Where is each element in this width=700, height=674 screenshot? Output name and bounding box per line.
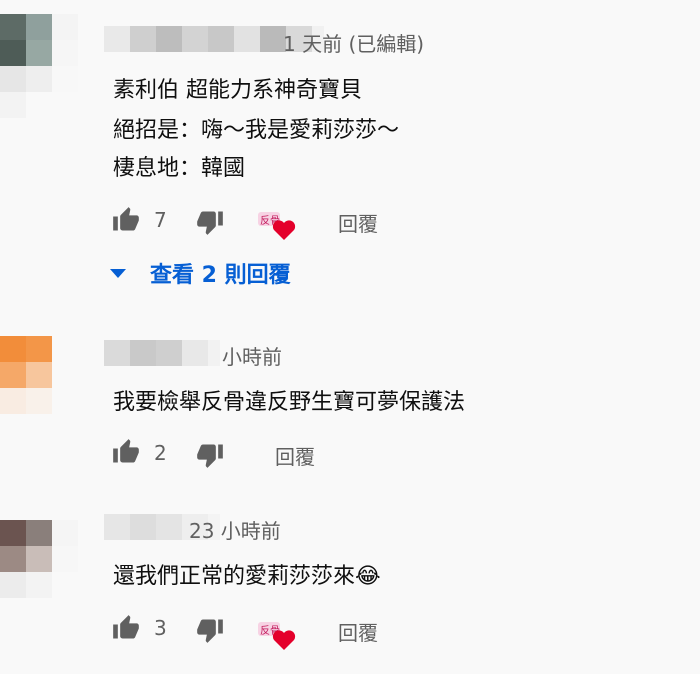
thumbs-up-icon <box>113 207 139 231</box>
dislike-button[interactable] <box>196 616 224 644</box>
thumbs-down-icon <box>197 619 223 643</box>
like-button[interactable] <box>112 206 140 234</box>
comment-text-line: 我要檢舉反骨違反野生寶可夢保護法 <box>113 390 466 415</box>
view-replies-label: 查看 2 則回覆 <box>150 263 291 288</box>
thumbs-up-icon <box>113 439 139 463</box>
caret-down-icon <box>110 268 126 278</box>
comment-timestamp[interactable]: 23 小時前 <box>189 515 281 544</box>
like-count: 7 <box>154 208 167 232</box>
like-button[interactable] <box>112 438 140 466</box>
comment-timestamp[interactable]: 1 天前 (已編輯) <box>283 28 424 57</box>
like-button[interactable] <box>112 614 140 642</box>
creator-heart-badge: 反骨 <box>256 620 298 650</box>
reply-button[interactable]: 回覆 <box>338 617 378 646</box>
comment-text-line: 絕招是：嗨～我是愛莉莎莎～ <box>113 118 400 143</box>
reply-button[interactable]: 回覆 <box>338 208 378 237</box>
like-count: 3 <box>154 616 167 640</box>
dislike-button[interactable] <box>196 208 224 236</box>
comment-text-line: 還我們正常的愛莉莎莎來😂 <box>113 564 381 589</box>
thumbs-down-icon <box>197 444 223 468</box>
like-count: 2 <box>154 441 167 465</box>
comment-timestamp[interactable]: 小時前 <box>222 341 282 370</box>
author-name[interactable] <box>104 340 220 366</box>
avatar[interactable] <box>0 14 78 118</box>
dislike-button[interactable] <box>196 441 224 469</box>
view-replies-button[interactable]: 查看 2 則回覆 <box>110 257 291 289</box>
avatar[interactable] <box>0 336 78 440</box>
thumbs-down-icon <box>197 211 223 235</box>
reply-button[interactable]: 回覆 <box>275 441 315 470</box>
comment-text-line: 棲息地：韓國 <box>113 156 246 181</box>
avatar[interactable] <box>0 520 78 624</box>
thumbs-up-icon <box>113 615 139 639</box>
comment-text-line: 素利伯 超能力系神奇寶貝 <box>113 78 362 103</box>
creator-heart-badge: 反骨 <box>256 210 298 240</box>
